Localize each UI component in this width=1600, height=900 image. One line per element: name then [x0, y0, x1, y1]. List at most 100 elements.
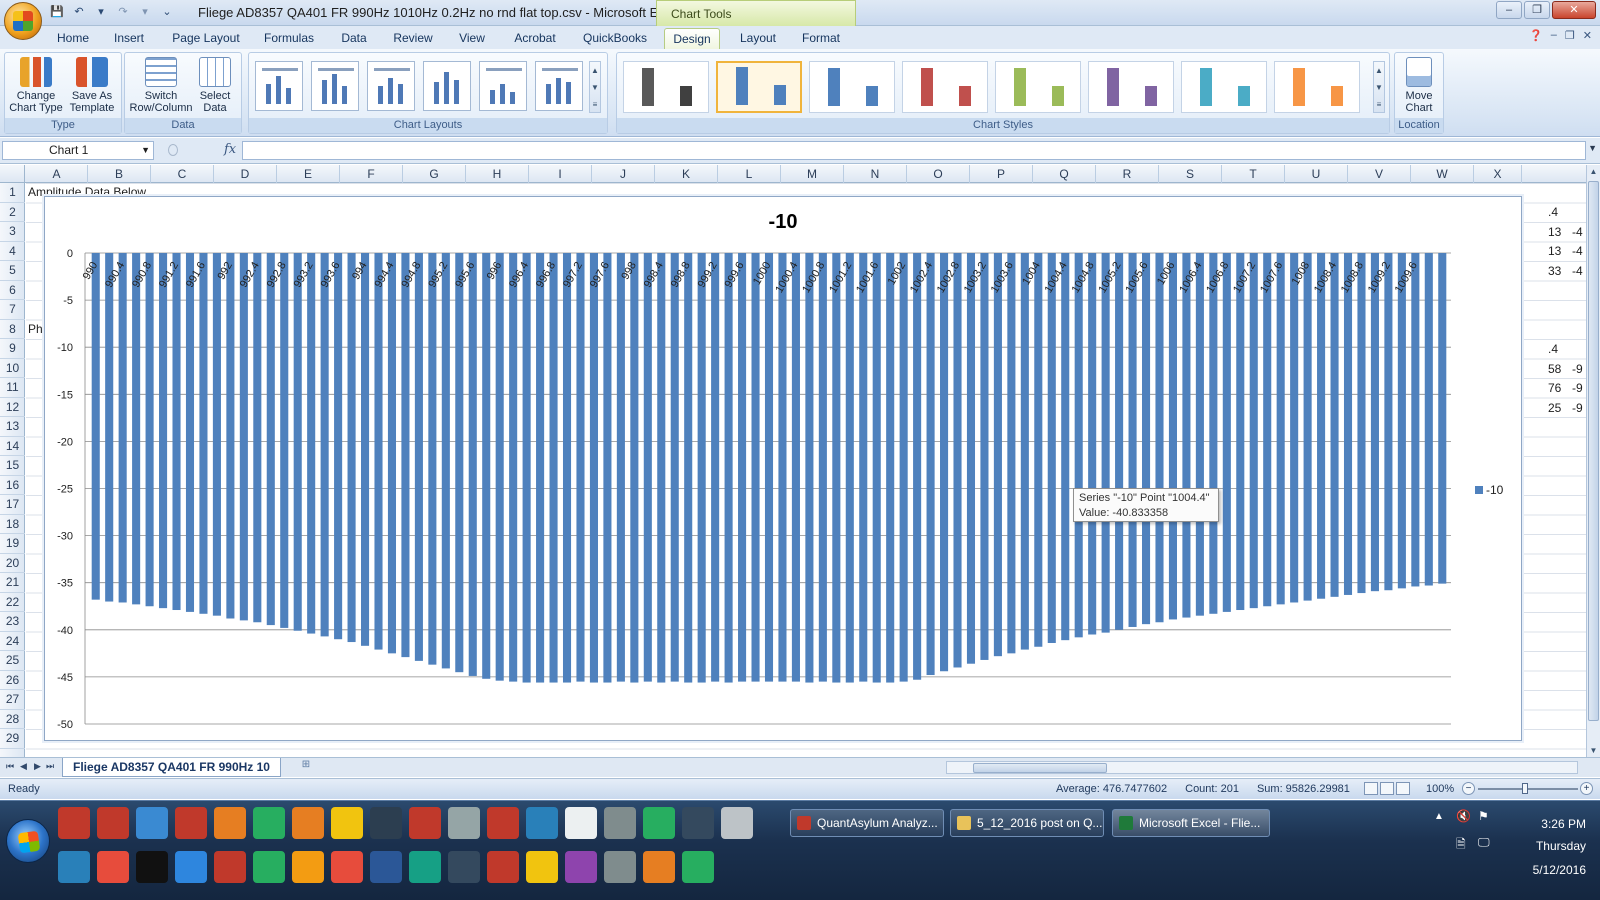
- prev-sheet-icon[interactable]: ◀: [20, 761, 27, 772]
- bar[interactable]: [859, 253, 868, 682]
- bar[interactable]: [1115, 253, 1124, 630]
- page-break-view-button[interactable]: [1396, 782, 1410, 795]
- settings-icon[interactable]: [58, 851, 90, 883]
- clock-time[interactable]: 3:26 PM: [1541, 817, 1586, 831]
- bar[interactable]: [993, 253, 1002, 657]
- chart-layout-2[interactable]: [311, 61, 359, 111]
- row-header-22[interactable]: 22: [0, 593, 25, 612]
- chart-plot-area[interactable]: 0-5-10-15-20-25-30-35-40-45-50990 990.4 99…: [45, 197, 1523, 742]
- bar[interactable]: [536, 253, 545, 683]
- bar[interactable]: [1249, 253, 1258, 609]
- bar[interactable]: [764, 253, 774, 682]
- horizontal-scrollbar[interactable]: [946, 761, 1578, 774]
- expand-formula-bar-icon[interactable]: ▼: [1588, 143, 1597, 153]
- column-header-t[interactable]: T: [1222, 165, 1285, 183]
- insert-worksheet-icon[interactable]: ⊞: [296, 759, 316, 775]
- tab-quickbooks[interactable]: QuickBooks: [578, 28, 652, 49]
- name-box-dropdown-icon[interactable]: ▼: [141, 142, 150, 159]
- c64-icon[interactable]: [175, 807, 207, 839]
- bar[interactable]: [980, 253, 989, 660]
- eagle-icon[interactable]: [487, 807, 519, 839]
- cell-x9[interactable]: .4: [1548, 342, 1558, 356]
- bar[interactable]: [334, 253, 343, 640]
- bar[interactable]: [1195, 253, 1204, 616]
- minimize-button[interactable]: –: [1496, 1, 1522, 19]
- bar[interactable]: [1370, 253, 1379, 592]
- column-header-l[interactable]: L: [718, 165, 781, 183]
- row-header-20[interactable]: 20: [0, 554, 25, 573]
- styles-gallery-scroll[interactable]: ▲ ▼ ≡: [1373, 61, 1385, 113]
- zoom-out-icon[interactable]: −: [1462, 782, 1475, 795]
- zoom-slider-knob[interactable]: [1522, 783, 1528, 794]
- bar[interactable]: [347, 253, 356, 643]
- vertical-scrollbar[interactable]: ▲ ▼: [1586, 165, 1600, 757]
- bar[interactable]: [886, 253, 895, 683]
- bar[interactable]: [899, 253, 908, 682]
- column-header-j[interactable]: J: [592, 165, 655, 183]
- row-header-8[interactable]: 8: [0, 320, 25, 339]
- cell-x2[interactable]: .4: [1548, 205, 1558, 219]
- bar[interactable]: [1007, 253, 1016, 654]
- internet-explorer-icon[interactable]: [175, 851, 207, 883]
- task-quantasylum[interactable]: QuantAsylum Analyz...: [790, 809, 944, 837]
- column-header-b[interactable]: B: [88, 165, 151, 183]
- notepad-icon[interactable]: [448, 807, 480, 839]
- row-header-23[interactable]: 23: [0, 612, 25, 632]
- column-header-m[interactable]: M: [781, 165, 844, 183]
- chart-style-1[interactable]: [623, 61, 709, 113]
- bar[interactable]: [145, 253, 154, 607]
- row-header-29[interactable]: 29: [0, 729, 25, 749]
- chart-layout-6[interactable]: [535, 61, 583, 111]
- row-header-5[interactable]: 5: [0, 261, 25, 281]
- cell-y11[interactable]: -9: [1572, 381, 1583, 395]
- app-icon[interactable]: [682, 851, 714, 883]
- column-header-d[interactable]: D: [214, 165, 277, 183]
- zoom-level[interactable]: 100%: [1426, 783, 1454, 795]
- row-header-25[interactable]: 25: [0, 651, 25, 671]
- column-header-k[interactable]: K: [655, 165, 718, 183]
- tab-view[interactable]: View: [450, 28, 494, 49]
- bar[interactable]: [953, 253, 962, 668]
- formula-input[interactable]: [242, 141, 1586, 160]
- bar[interactable]: [361, 253, 370, 646]
- chrome-icon[interactable]: [643, 807, 675, 839]
- row-header-9[interactable]: 9: [0, 339, 25, 359]
- row-header-17[interactable]: 17: [0, 495, 25, 515]
- bar[interactable]: [91, 253, 100, 600]
- column-header-x[interactable]: X: [1474, 165, 1522, 183]
- excel-pinned-icon[interactable]: [253, 851, 285, 883]
- row-header-16[interactable]: 16: [0, 476, 25, 495]
- fc-icon[interactable]: [565, 807, 597, 839]
- cell-x3[interactable]: 13: [1548, 225, 1561, 239]
- bar[interactable]: [1384, 253, 1393, 591]
- command-prompt-icon[interactable]: [370, 807, 402, 839]
- bar[interactable]: [1290, 253, 1299, 603]
- bar[interactable]: [1317, 253, 1326, 599]
- change-chart-type-button[interactable]: Change Chart Type: [9, 55, 63, 117]
- bar[interactable]: [280, 253, 289, 628]
- bar[interactable]: [791, 253, 800, 682]
- doc-restore-icon[interactable]: ❐: [1565, 29, 1575, 42]
- bar[interactable]: [468, 253, 477, 676]
- bar[interactable]: [1411, 253, 1420, 587]
- tab-insert[interactable]: Insert: [106, 28, 152, 49]
- puzzle-icon[interactable]: [97, 851, 129, 883]
- chart-tool-icon[interactable]: [253, 807, 285, 839]
- redo-icon[interactable]: ↷: [114, 4, 132, 20]
- cell-y10[interactable]: -9: [1572, 362, 1583, 376]
- scanner-icon[interactable]: [448, 851, 480, 883]
- cell-x11[interactable]: 76: [1548, 381, 1561, 395]
- chart-style-7[interactable]: [1181, 61, 1267, 113]
- row-header-18[interactable]: 18: [0, 515, 25, 534]
- cell-y5[interactable]: -4: [1572, 264, 1583, 278]
- bar[interactable]: [239, 253, 248, 621]
- move-chart-button[interactable]: Move Chart: [1395, 55, 1443, 117]
- column-header-w[interactable]: W: [1411, 165, 1474, 183]
- bar[interactable]: [643, 253, 652, 682]
- restore-button[interactable]: ❐: [1524, 1, 1550, 19]
- row-header-2[interactable]: 2: [0, 203, 25, 222]
- column-header-g[interactable]: G: [403, 165, 466, 183]
- task-excel[interactable]: Microsoft Excel - Flie...: [1112, 809, 1270, 837]
- chart-layout-5[interactable]: [479, 61, 527, 111]
- chart-legend[interactable]: -10: [1475, 483, 1503, 497]
